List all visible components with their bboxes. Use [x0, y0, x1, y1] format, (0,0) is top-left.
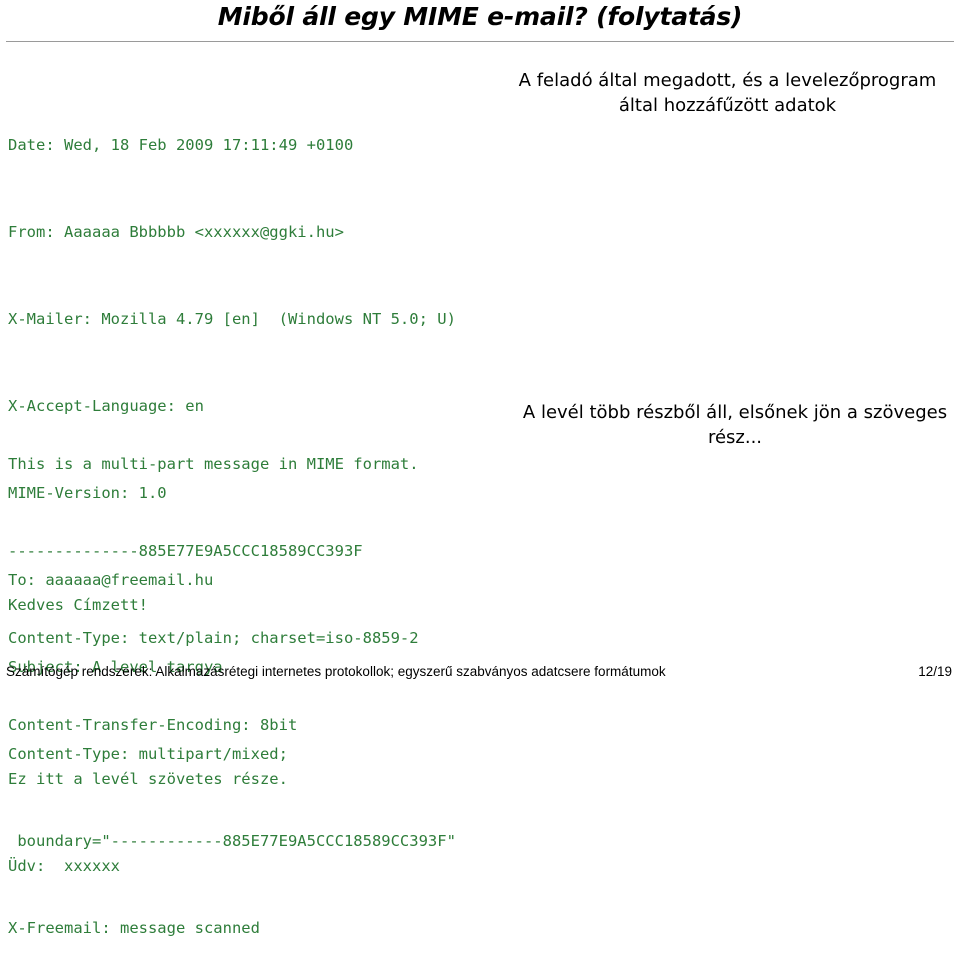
footer-course-title: Számítógép rendszerek: Alkalmazásrétegi … — [6, 664, 666, 679]
footer-page-number: 12/19 — [918, 664, 952, 679]
mail-body-line-signoff: Üdv: xxxxxx — [8, 857, 120, 875]
slide-footer: Számítógép rendszerek: Alkalmazásrétegi … — [0, 663, 960, 685]
mail-part-line-preamble: This is a multi-part message in MIME for… — [8, 455, 419, 473]
mail-body-line-content: Ez itt a levél szövetes része. — [8, 770, 288, 788]
page-title: Miből áll egy MIME e-mail? (folytatás) — [217, 2, 743, 31]
mail-header-line-date: Date: Wed, 18 Feb 2009 17:11:49 +0100 — [8, 136, 354, 154]
mail-header-line-xfreemail: X-Freemail: message scanned — [8, 919, 260, 937]
annotation-first-part: A levél több részből áll, elsőnek jön a … — [522, 402, 948, 448]
annotation-header-fields: A feladó által megadott, és a levelezőpr… — [518, 70, 937, 116]
mail-body-line-greeting: Kedves Címzett! — [8, 596, 148, 614]
mail-body-text: Kedves Címzett! Ez itt a levél szövetes … — [8, 533, 568, 910]
title-divider — [6, 41, 954, 42]
mail-header-line-from: From: Aaaaaa Bbbbbb <xxxxxx@ggki.hu> — [8, 223, 344, 241]
mail-header-line-xmailer: X-Mailer: Mozilla 4.79 [en] (Windows NT … — [8, 310, 456, 328]
